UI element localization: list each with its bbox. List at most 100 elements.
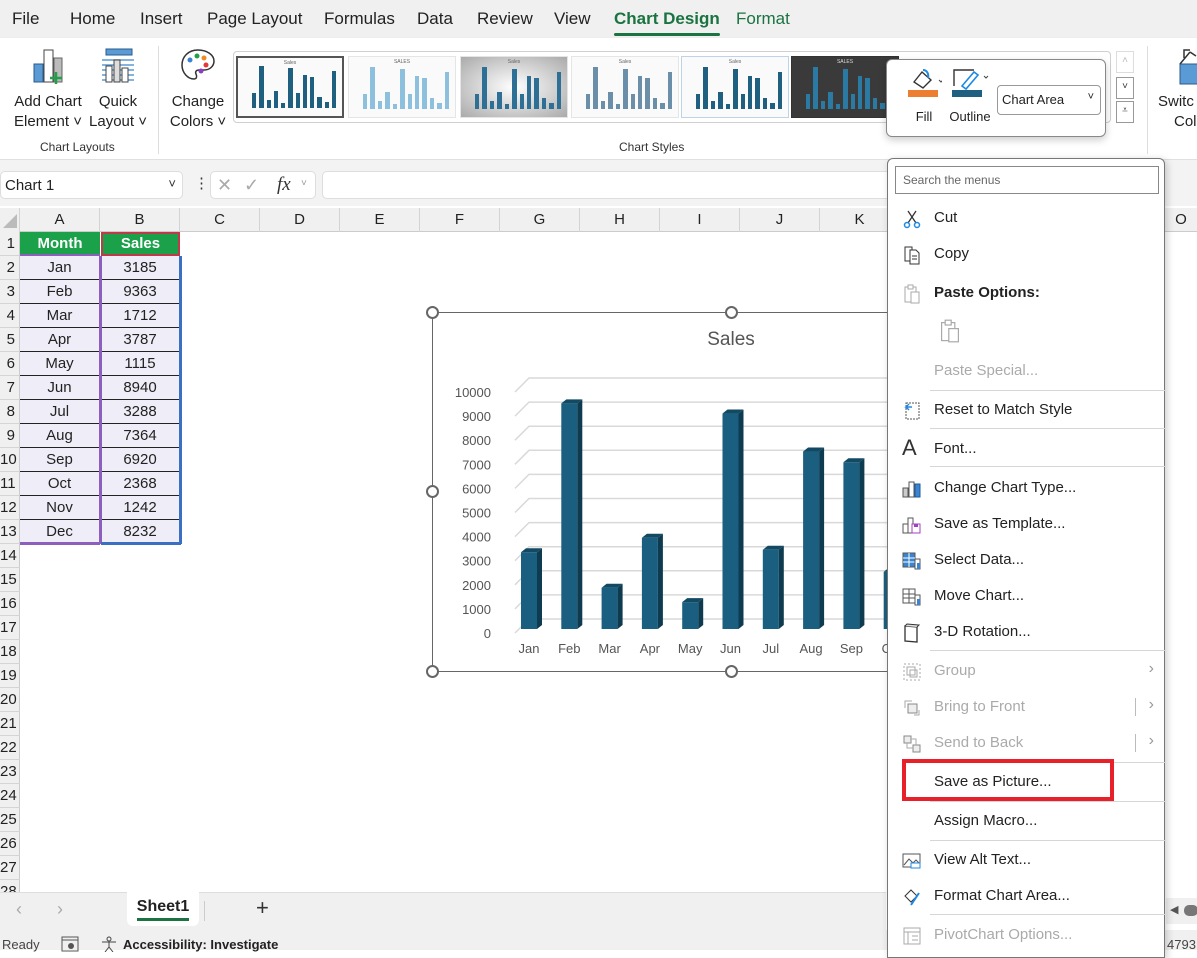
menu-item-select-data[interactable]: Select Data... <box>888 543 1166 577</box>
cell-month[interactable]: Jul <box>20 400 99 424</box>
row-header-14[interactable]: 14 <box>0 544 20 568</box>
row-header-1[interactable]: 1 <box>0 232 20 256</box>
cell-month[interactable]: Jun <box>20 376 99 400</box>
cell-month[interactable]: Oct <box>20 472 99 496</box>
menu-item-3d-rotation[interactable]: 3-D Rotation... <box>888 615 1166 649</box>
cell-sales[interactable]: 3288 <box>101 400 179 424</box>
column-header-d[interactable]: D <box>260 208 340 232</box>
cell-month[interactable]: Dec <box>20 520 99 544</box>
enter-icon[interactable]: ✓ <box>244 175 259 196</box>
cell-month[interactable]: May <box>20 352 99 376</box>
bar-sep[interactable] <box>843 458 865 629</box>
row-header-17[interactable]: 17 <box>0 616 20 640</box>
cell-month[interactable]: Feb <box>20 280 99 304</box>
name-box[interactable]: Chart 1 ˅ <box>0 171 183 199</box>
cell-month[interactable]: Apr <box>20 328 99 352</box>
tab-view[interactable]: View <box>554 9 591 29</box>
row-header-2[interactable]: 2 <box>0 256 20 280</box>
row-header-16[interactable]: 16 <box>0 592 20 616</box>
cell-sales[interactable]: 3185 <box>101 256 179 280</box>
menu-item-change-chart-type[interactable]: Change Chart Type... <box>888 471 1166 505</box>
menu-item-assign-macro[interactable]: Assign Macro... <box>888 804 1166 838</box>
cell-a1[interactable]: Month <box>20 232 100 256</box>
menu-item-save-template[interactable]: Save as Template... <box>888 507 1166 541</box>
row-header-27[interactable]: 27 <box>0 856 20 880</box>
horizontal-scrollbar[interactable]: ◀ <box>1166 898 1197 924</box>
row-header-21[interactable]: 21 <box>0 712 20 736</box>
cell-sales[interactable]: 1242 <box>101 496 179 520</box>
bar-aug[interactable] <box>803 447 825 629</box>
column-header-j[interactable]: J <box>740 208 820 232</box>
menu-item-view-alt-text[interactable]: View Alt Text... <box>888 843 1166 877</box>
chart-style-5[interactable]: Sales <box>681 56 789 118</box>
column-header-f[interactable]: F <box>420 208 500 232</box>
bar-jul[interactable] <box>762 545 784 629</box>
change-colors-button[interactable]: Change Colors ˅ <box>168 46 228 132</box>
sheet-scroll-right-icon[interactable]: › <box>57 899 63 920</box>
formula-input[interactable] <box>322 171 922 199</box>
select-all-corner[interactable] <box>0 208 20 232</box>
cell-sales[interactable]: 7364 <box>101 424 179 448</box>
cell-b1[interactable]: Sales <box>101 232 180 256</box>
menu-item-cut[interactable]: Cut <box>888 201 1166 235</box>
tab-chart-design[interactable]: Chart Design <box>614 9 720 36</box>
outline-button[interactable]: Outline <box>945 66 995 124</box>
menu-item-copy[interactable]: Copy <box>888 237 1166 271</box>
row-header-15[interactable]: 15 <box>0 568 20 592</box>
row-header-19[interactable]: 19 <box>0 664 20 688</box>
row-header-8[interactable]: 8 <box>0 400 20 424</box>
menu-search-input[interactable]: Search the menus <box>895 166 1159 194</box>
menu-item-move-chart[interactable]: Move Chart... <box>888 579 1166 613</box>
sheet-scroll-left-icon[interactable]: ‹ <box>16 899 22 920</box>
scrollbar-thumb[interactable] <box>1184 905 1197 916</box>
scroll-left-arrow-icon[interactable]: ◀ <box>1170 903 1178 916</box>
tab-insert[interactable]: Insert <box>140 9 183 29</box>
row-header-11[interactable]: 11 <box>0 472 20 496</box>
chart-style-2[interactable]: SALES <box>348 56 456 118</box>
insert-function-icon[interactable]: fx <box>277 174 291 196</box>
cell-sales[interactable]: 9363 <box>101 280 179 304</box>
paste-keep-icon[interactable] <box>938 319 962 343</box>
cell-sales[interactable]: 8232 <box>101 520 179 544</box>
quick-layout-button[interactable]: Quick Layout ˅ <box>88 46 148 132</box>
column-header-i[interactable]: I <box>660 208 740 232</box>
add-sheet-button[interactable]: + <box>256 895 269 921</box>
chart-element-select[interactable]: Chart Area ˅ <box>997 85 1101 115</box>
row-header-4[interactable]: 4 <box>0 304 20 328</box>
fill-button[interactable]: Fill <box>899 66 949 124</box>
row-header-9[interactable]: 9 <box>0 424 20 448</box>
row-header-18[interactable]: 18 <box>0 640 20 664</box>
menu-item-font[interactable]: A Font... <box>888 432 1166 466</box>
row-header-12[interactable]: 12 <box>0 496 20 520</box>
row-header-26[interactable]: 26 <box>0 832 20 856</box>
more-options-icon[interactable]: ⋮ <box>194 174 209 192</box>
cell-month[interactable]: Jan <box>20 256 99 280</box>
tab-data[interactable]: Data <box>417 9 453 29</box>
bar-mar[interactable] <box>601 583 623 629</box>
resize-handle-bl[interactable] <box>426 665 439 678</box>
bar-feb[interactable] <box>561 399 583 629</box>
bar-may[interactable] <box>682 598 704 629</box>
column-header-g[interactable]: G <box>500 208 580 232</box>
add-chart-element-button[interactable]: Add Chart Element ˅ <box>10 46 86 132</box>
chart-title[interactable]: Sales <box>707 329 755 350</box>
switch-row-column-button[interactable]: Switc Col <box>1158 46 1197 132</box>
row-header-22[interactable]: 22 <box>0 736 20 760</box>
chart-style-3[interactable]: Sales <box>460 56 568 118</box>
resize-handle-left[interactable] <box>426 485 439 498</box>
tab-file[interactable]: File <box>12 9 39 29</box>
bar-jan[interactable] <box>521 548 542 629</box>
row-header-7[interactable]: 7 <box>0 376 20 400</box>
column-header-o[interactable]: O <box>1165 208 1197 232</box>
cell-sales[interactable]: 1712 <box>101 304 179 328</box>
bar-apr[interactable] <box>641 533 663 629</box>
cell-sales[interactable]: 2368 <box>101 472 179 496</box>
resize-handle-top[interactable] <box>725 306 738 319</box>
tab-format[interactable]: Format <box>736 9 790 29</box>
cell-month[interactable]: Sep <box>20 448 99 472</box>
cell-sales[interactable]: 3787 <box>101 328 179 352</box>
cell-month[interactable]: Nov <box>20 496 99 520</box>
cell-sales[interactable]: 1115 <box>101 352 179 376</box>
gallery-scroll-down[interactable]: ˅ <box>1116 77 1134 99</box>
row-header-25[interactable]: 25 <box>0 808 20 832</box>
